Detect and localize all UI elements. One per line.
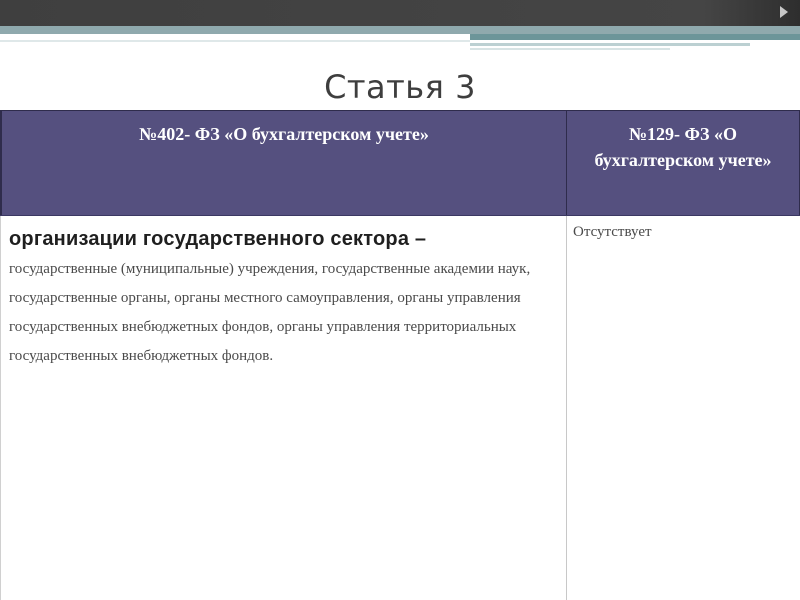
term-definition: государственные (муниципальные) учрежден…	[9, 261, 531, 364]
comparison-table: №402- ФЗ «О бухгалтерском учете» №129- Ф…	[0, 110, 800, 600]
cell-law-402: организации государственного сектора – г…	[0, 216, 566, 600]
header-stripe	[470, 43, 750, 46]
header-stripe	[470, 48, 670, 50]
header-stripe	[0, 40, 470, 42]
header-cell-law-402: №402- ФЗ «О бухгалтерском учете»	[0, 111, 566, 215]
cell-law-129: Отсутствует	[566, 216, 800, 600]
header-dark-band	[0, 0, 800, 26]
table-row: организации государственного сектора – г…	[0, 216, 800, 600]
header-cell-law-129: №129- ФЗ «О бухгалтерском учете»	[566, 111, 800, 215]
corner-arrow-icon	[780, 6, 788, 18]
header-teal-band	[470, 34, 800, 40]
slide-title: Статья 3	[324, 68, 476, 106]
header-light-band	[0, 26, 800, 34]
table-header-row: №402- ФЗ «О бухгалтерском учете» №129- Ф…	[0, 110, 800, 216]
absent-text: Отсутствует	[573, 224, 652, 240]
term-heading: организации государственного сектора –	[9, 228, 427, 250]
